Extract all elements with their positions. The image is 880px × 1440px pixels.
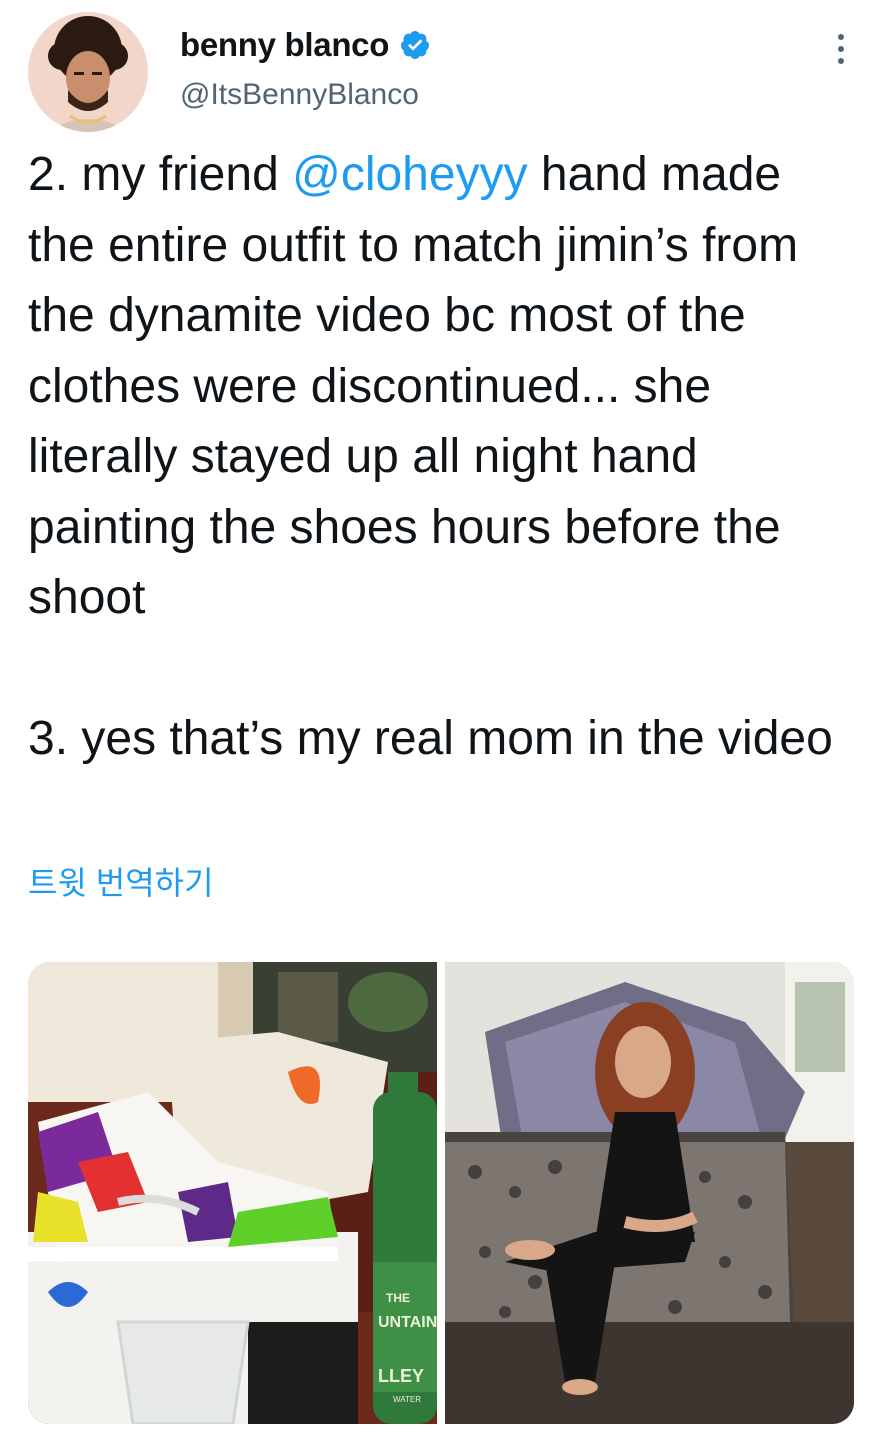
sneaker-photo-icon: THE UNTAIN LLEY WATER bbox=[28, 962, 437, 1424]
media-photo-sneaker[interactable]: THE UNTAIN LLEY WATER bbox=[28, 962, 437, 1424]
more-options-button[interactable] bbox=[834, 34, 848, 70]
tweet-text-part: 2. my friend bbox=[28, 148, 293, 201]
tweet-text-part: hand made the entire outfit to match jim… bbox=[28, 148, 833, 765]
bottle-label-line: WATER bbox=[393, 1395, 421, 1404]
dot-icon bbox=[838, 34, 844, 40]
dot-icon bbox=[838, 46, 844, 52]
bottle-label-line: LLEY bbox=[378, 1366, 424, 1386]
dot-icon bbox=[838, 58, 844, 64]
bottle-label-line: UNTAIN bbox=[378, 1314, 437, 1331]
media-grid: THE UNTAIN LLEY WATER bbox=[28, 962, 854, 1424]
tweet-header: benny blanco @ItsBennyBlanco bbox=[28, 12, 858, 137]
user-info: benny blanco @ItsBennyBlanco bbox=[180, 26, 431, 112]
user-handle[interactable]: @ItsBennyBlanco bbox=[180, 78, 431, 112]
verified-badge-icon bbox=[401, 31, 430, 59]
avatar-image bbox=[28, 12, 148, 132]
mention-link[interactable]: @cloheyyy bbox=[292, 148, 527, 201]
woman-on-couch-photo-icon bbox=[445, 962, 854, 1424]
translate-tweet-link[interactable]: 트윗 번역하기 bbox=[28, 858, 214, 904]
tweet-text: 2. my friend @cloheyyy hand made the ent… bbox=[28, 140, 858, 775]
avatar[interactable] bbox=[28, 12, 148, 132]
bottle-label-line: THE bbox=[386, 1291, 410, 1305]
media-photo-mom[interactable] bbox=[445, 962, 854, 1424]
display-name[interactable]: benny blanco bbox=[180, 26, 389, 64]
